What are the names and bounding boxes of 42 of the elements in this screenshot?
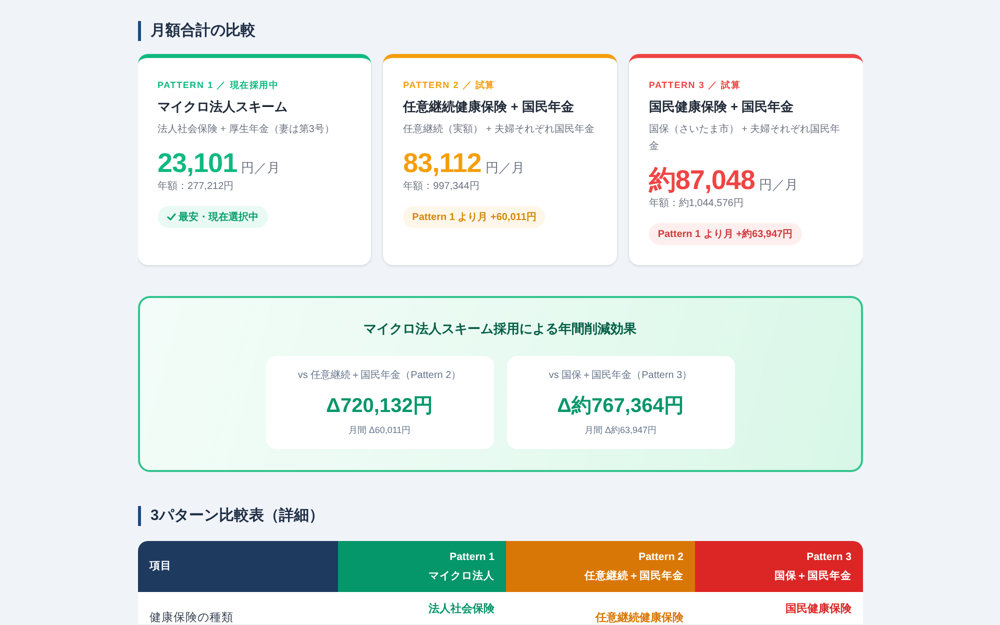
annual-amount: 年額：997,344円 bbox=[403, 180, 480, 194]
comparison-label: vs 国保＋国民年金（Pattern 3） bbox=[548, 369, 692, 383]
section-title: 3パターン比較表（詳細） bbox=[138, 506, 862, 526]
monthly-savings: 月間 Δ60,011円 bbox=[348, 424, 411, 437]
scheme-title: 任意継続健康保険 + 国民年金 bbox=[403, 98, 574, 116]
savings-amount: Δ720,132円 bbox=[326, 394, 433, 419]
table-cell-text: 法人社会保険 bbox=[428, 602, 494, 617]
badge-text: 最安・現在選択中 bbox=[178, 210, 258, 224]
amount-unit: 円／月 bbox=[758, 176, 798, 194]
annual-amount: 年額：277,212円 bbox=[158, 180, 234, 194]
column-subtitle: 国保＋国民年金 bbox=[774, 568, 852, 584]
pattern-label: PATTERN 1 ／ 現在採用中 bbox=[158, 79, 279, 92]
savings-title: マイクロ法人スキーム採用による年間削減効果 bbox=[364, 320, 636, 338]
scheme-title: 国民健康保険 + 国民年金 bbox=[648, 98, 794, 116]
monthly-amount: 約87,048 bbox=[648, 164, 755, 197]
pattern-label: PATTERN 3 ／ 試算 bbox=[648, 79, 741, 92]
table-cell: 任意継続健康保険 bbox=[596, 612, 684, 624]
column-title: Pattern 1 bbox=[450, 550, 494, 564]
monthly-amount: 23,101 bbox=[158, 147, 238, 180]
amount-unit: 円／月 bbox=[485, 159, 524, 177]
scheme-description: 国保（さいたま市） + 夫婦それぞれ国民年金 bbox=[648, 122, 842, 154]
pattern-label: PATTERN 2 ／ 試算 bbox=[403, 79, 496, 92]
row-label: 健康保険の種類 bbox=[148, 612, 234, 624]
savings-amount: Δ約767,364円 bbox=[557, 394, 684, 419]
monthly-savings: 月間 Δ約63,947円 bbox=[584, 424, 657, 437]
table-cell-text: 国民健康保険 bbox=[786, 602, 852, 617]
table-header-cell: 項目 bbox=[138, 541, 338, 592]
annual-amount: 年額：約1,044,576円 bbox=[648, 197, 744, 211]
check-icon bbox=[166, 213, 176, 221]
column-subtitle: マイクロ法人 bbox=[428, 568, 494, 584]
difference-badge: Pattern 1 より月 +約63,947円 bbox=[648, 223, 802, 245]
scheme-description: 法人社会保険 + 厚生年金（妻は第3号） bbox=[158, 122, 334, 137]
comparison-label: vs 任意継続＋国民年金（Pattern 2） bbox=[298, 369, 462, 383]
difference-badge: Pattern 1 より月 +60,011円 bbox=[403, 206, 546, 228]
section-title: 月額合計の比較 bbox=[138, 21, 862, 41]
column-title: Pattern 3 bbox=[806, 550, 852, 564]
column-subtitle: 任意継続＋国民年金 bbox=[584, 568, 684, 584]
column-title: Pattern 2 bbox=[638, 550, 684, 564]
monthly-amount: 83,112 bbox=[403, 147, 482, 180]
amount-unit: 円／月 bbox=[241, 159, 280, 177]
scheme-description: 任意継続（実額） + 夫婦それぞれ国民年金 bbox=[403, 122, 595, 137]
scheme-title: マイクロ法人スキーム bbox=[158, 98, 288, 116]
